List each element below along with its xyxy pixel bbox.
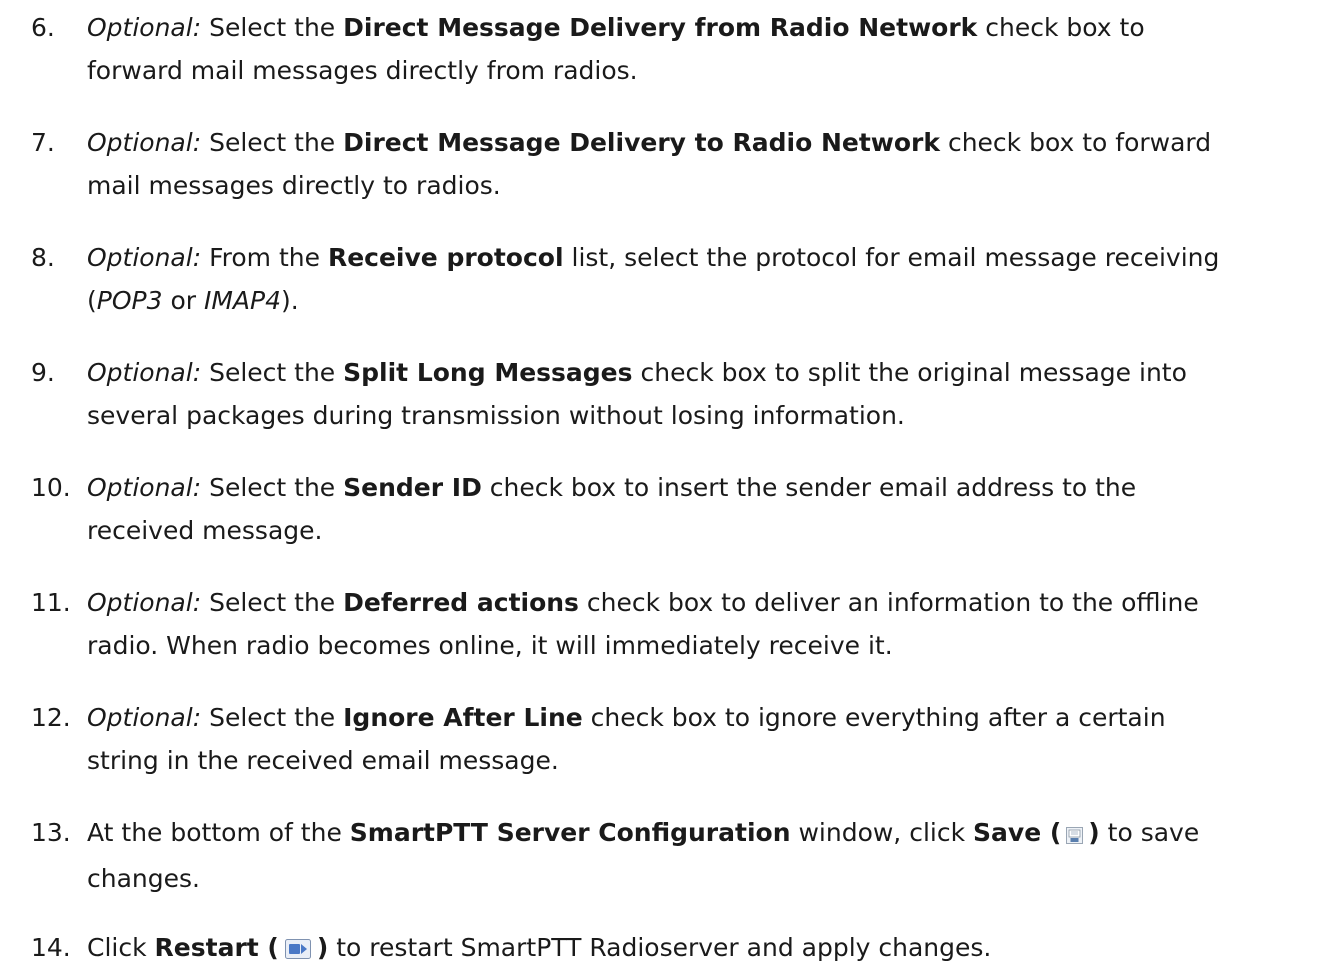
ui-term: Deferred actions xyxy=(343,588,579,617)
optional-label: Optional: xyxy=(87,358,202,387)
optional-label: Optional: xyxy=(87,13,202,42)
ui-term: Direct Message Delivery to Radio Network xyxy=(343,128,940,157)
protocol-pop3: POP3 xyxy=(96,286,163,315)
ui-term: SmartPTT Server Configuration xyxy=(349,818,791,847)
step-number: 12. xyxy=(31,703,71,732)
step-number: 11. xyxy=(31,588,71,617)
protocol-imap4: IMAP4 xyxy=(203,286,282,315)
save-icon xyxy=(1066,814,1084,857)
optional-label: Optional: xyxy=(87,243,202,272)
step-number: 10. xyxy=(31,473,71,502)
step-text: Optional: Select the Split Long Messages… xyxy=(87,358,1187,430)
step-number: 9. xyxy=(31,358,55,387)
step-text: Click Restart () to restart SmartPTT Rad… xyxy=(87,926,1312,972)
optional-label: Optional: xyxy=(87,588,202,617)
ui-term: Direct Message Delivery from Radio Netwo… xyxy=(343,13,978,42)
optional-label: Optional: xyxy=(87,703,202,732)
step-text: Optional: Select the Deferred actions ch… xyxy=(87,588,1199,660)
ui-term: Sender ID xyxy=(343,473,482,502)
ui-term: Receive protocol xyxy=(327,243,564,272)
step-text: Optional: Select the Sender ID check box… xyxy=(87,473,1137,545)
restart-icon xyxy=(284,929,311,972)
step-number: 13. xyxy=(31,818,71,847)
optional-label: Optional: xyxy=(87,128,202,157)
step-text: Optional: Select the Ignore After Line c… xyxy=(87,703,1166,775)
step-text: Optional: Select the Direct Message Deli… xyxy=(87,13,1145,85)
save-label: Save ( xyxy=(973,818,1062,847)
step-number: 7. xyxy=(31,128,55,157)
ui-term: Split Long Messages xyxy=(343,358,633,387)
step-text: Optional: From the Receive protocol list… xyxy=(87,243,1220,315)
step-number: 6. xyxy=(31,13,55,42)
ui-term: Ignore After Line xyxy=(343,703,583,732)
step-number: 14. xyxy=(31,933,71,962)
restart-label: Restart ( xyxy=(154,933,279,962)
step-text: At the bottom of the SmartPTT Server Con… xyxy=(87,811,1312,900)
step-text: Optional: Select the Direct Message Deli… xyxy=(87,128,1212,200)
optional-label: Optional: xyxy=(87,473,202,502)
step-number: 8. xyxy=(31,243,55,272)
